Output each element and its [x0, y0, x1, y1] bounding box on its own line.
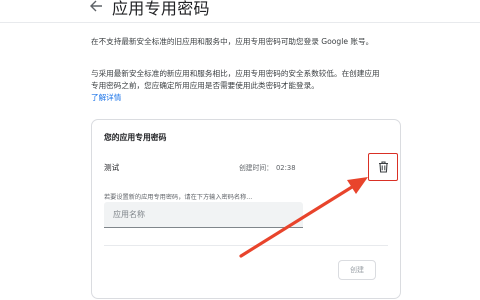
create-button[interactable]: 创建 — [338, 260, 376, 280]
card-title: 您的应用专用密码 — [104, 133, 167, 142]
app-name-input[interactable] — [104, 202, 303, 228]
page-title: 应用专用密码 — [112, 0, 210, 18]
page-header: 应用专用密码 — [0, 0, 480, 22]
card-divider — [104, 245, 388, 246]
intro-paragraph-2-text: 与采用最新安全标准的新应用和服务相比，应用专用密码的安全系数较低。在创建应用专用… — [91, 69, 380, 90]
password-created: 创建时间： 02:38 — [239, 162, 296, 172]
back-arrow-icon[interactable] — [88, 0, 104, 14]
intro-paragraph-1: 在不支持最新安全标准的旧应用和服务中，应用专用密码可助您登录 Google 账号… — [91, 37, 374, 46]
created-label: 创建时间： — [239, 164, 273, 172]
header-divider — [0, 22, 480, 23]
learn-more-link[interactable]: 了解详情 — [91, 93, 121, 102]
delete-password-button[interactable] — [368, 153, 398, 181]
new-password-instruction: 若要设置新的应用专用密码，请在下方输入密码名称... — [104, 194, 253, 201]
password-name: 测试 — [104, 163, 120, 172]
trash-icon — [379, 161, 388, 173]
intro-paragraph-2: 与采用最新安全标准的新应用和服务相比，应用专用密码的安全系数较低。在创建应用专用… — [91, 68, 381, 104]
app-passwords-card: 您的应用专用密码 测试 创建时间： 02:38 若要设置新的应用专用密码，请在下方… — [91, 119, 401, 299]
created-time: 02:38 — [275, 164, 296, 172]
